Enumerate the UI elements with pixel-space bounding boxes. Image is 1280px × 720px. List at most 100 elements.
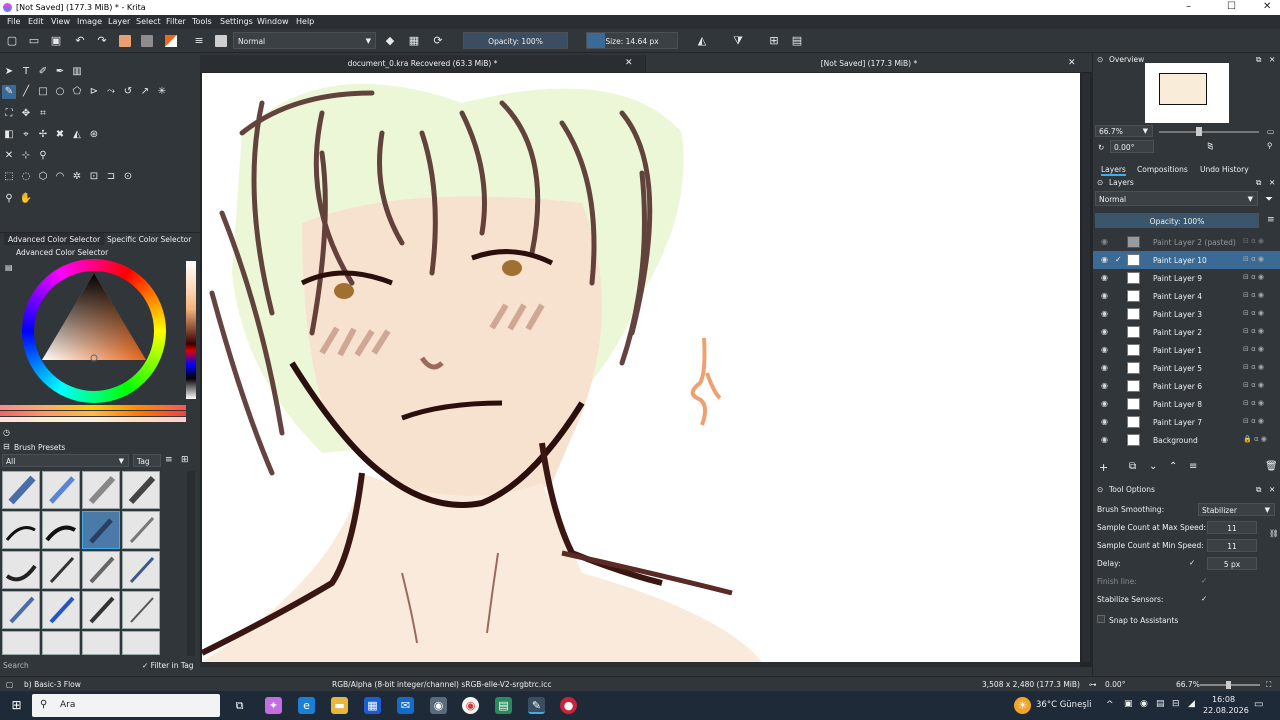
menu-window[interactable]: Window xyxy=(257,17,289,26)
visibility-eye-icon[interactable]: ◉ xyxy=(1101,363,1108,372)
select-shapes-tool-icon[interactable]: ➤ xyxy=(2,65,16,79)
filter-in-tag-checkbox[interactable]: ✓ Filter in Tag xyxy=(142,661,194,670)
tray-app-icon[interactable]: ▣ xyxy=(1124,699,1133,709)
tab-advanced-color-selector[interactable]: Advanced Color Selector xyxy=(4,233,105,245)
layer-lock-icon[interactable]: ⊟ α ◉ xyxy=(1243,273,1264,281)
menu-tools[interactable]: Tools xyxy=(192,17,212,26)
visibility-eye-icon[interactable]: ◉ xyxy=(1101,327,1108,336)
delay-checkbox[interactable]: ✓ xyxy=(1189,558,1195,567)
fg-bg-color-icon[interactable] xyxy=(165,35,177,47)
save-icon[interactable]: ▣ xyxy=(50,35,62,47)
layer-row[interactable]: ◉ Paint Layer 8 ⊟ α ◉ xyxy=(1093,395,1280,413)
tray-app-icon[interactable]: ⊟ xyxy=(1172,699,1180,709)
brush-search-input[interactable]: Search xyxy=(3,661,29,670)
gradient-icon[interactable] xyxy=(119,35,131,47)
close-tab-icon[interactable]: ✕ xyxy=(625,58,633,68)
crop-tool-icon[interactable]: ⌗ xyxy=(36,107,50,121)
app-icon[interactable]: ◉ xyxy=(430,697,447,714)
layer-row[interactable]: ◉ Paint Layer 2 (pasted) ⊟ α ◉ xyxy=(1093,233,1280,251)
edit-shapes-tool-icon[interactable]: ✐ xyxy=(36,65,50,79)
mail-icon[interactable]: ✉ xyxy=(397,697,414,714)
snap-checkbox[interactable] xyxy=(1097,615,1105,623)
menu-file[interactable]: File xyxy=(7,17,20,26)
taskbar-search-box[interactable]: ⚲ Ara xyxy=(32,694,220,717)
drawing-canvas[interactable] xyxy=(202,73,1080,662)
horizontal-scrollbar[interactable] xyxy=(200,662,1080,667)
zoom-tool-icon[interactable]: ⚲ xyxy=(2,192,16,206)
contiguous-select-tool-icon[interactable]: ✲ xyxy=(70,170,84,184)
alpha-lock-icon[interactable]: ▦ xyxy=(408,35,420,47)
chrome-icon[interactable]: ◉ xyxy=(462,697,479,714)
close-docker-icon[interactable]: ✕ xyxy=(1269,178,1275,187)
brush-preset-icon[interactable] xyxy=(215,35,227,47)
layer-lock-icon[interactable]: ⊟ α ◉ xyxy=(1243,309,1264,317)
size-slider[interactable]: Size: 14.64 px xyxy=(586,32,678,49)
rectangle-tool-icon[interactable]: □ xyxy=(36,85,50,99)
close-button[interactable]: ✕ xyxy=(1263,1,1271,12)
comic-panel-tool-icon[interactable]: ▥ xyxy=(70,65,84,79)
saturation-triangle[interactable] xyxy=(22,259,166,403)
text-tool-icon[interactable]: T xyxy=(19,65,33,79)
canvas-only-icon[interactable]: ▤ xyxy=(791,35,803,47)
menu-layer[interactable]: Layer xyxy=(108,17,130,26)
ellipse-tool-icon[interactable]: ○ xyxy=(53,85,67,99)
tab-layers[interactable]: Layers xyxy=(1101,165,1126,176)
min-speed-field[interactable]: 11 xyxy=(1207,539,1257,552)
reference-images-tool-icon[interactable]: ⚲ xyxy=(36,149,50,163)
link-icon[interactable]: ⛓ xyxy=(1269,529,1279,538)
close-tab-icon[interactable]: ✕ xyxy=(1068,58,1076,68)
brush-preset-wet-4[interactable] xyxy=(122,631,160,655)
layer-blend-mode-select[interactable]: Normal ▼ xyxy=(1095,191,1258,206)
layer-row[interactable]: ◉ Paint Layer 6 ⊟ α ◉ xyxy=(1093,377,1280,395)
layer-properties-icon[interactable]: ≡ xyxy=(1189,461,1197,472)
menu-edit[interactable]: Edit xyxy=(28,17,44,26)
brush-preset-smudge[interactable] xyxy=(122,471,160,509)
mirror-vertical-icon[interactable]: ⧩ xyxy=(732,35,744,47)
color-patch-row-2[interactable] xyxy=(0,411,186,416)
tab-undo-history[interactable]: Undo History xyxy=(1200,165,1249,174)
layer-lock-icon[interactable]: ⊟ α ◉ xyxy=(1243,291,1264,299)
visibility-eye-icon[interactable]: ◉ xyxy=(1101,345,1108,354)
menu-filter[interactable]: Filter xyxy=(166,17,186,26)
fullscreen-icon[interactable]: ⛶ xyxy=(1266,680,1271,690)
assistant-tool-icon[interactable]: ✕ xyxy=(2,149,16,163)
clock-date[interactable]: 22.08.2026 xyxy=(1203,706,1249,715)
filter-icon[interactable]: ⏷ xyxy=(1265,194,1273,205)
layer-row[interactable]: ◉ Paint Layer 4 ⊟ α ◉ xyxy=(1093,287,1280,305)
copilot-icon[interactable]: ✦ xyxy=(265,697,282,714)
brush-preset-ink-2[interactable] xyxy=(42,511,80,549)
menu-view[interactable]: View xyxy=(51,17,70,26)
delay-field[interactable]: 5 px xyxy=(1207,557,1257,570)
enclose-fill-tool-icon[interactable]: ⊛ xyxy=(87,128,101,142)
brush-preset-airbrush[interactable] xyxy=(42,471,80,509)
document-tab-2[interactable]: [Not Saved] (177.3 MiB) * xyxy=(646,55,1092,72)
pan-tool-icon[interactable]: ✋ xyxy=(19,192,33,206)
vertical-scrollbar[interactable] xyxy=(1082,73,1090,662)
brush-filter-select[interactable]: All ▼ xyxy=(2,454,129,467)
rect-select-tool-icon[interactable]: ⬚ xyxy=(2,170,16,184)
calligraphy-tool-icon[interactable]: ✒ xyxy=(53,65,67,79)
rotate-icon[interactable]: ↻ xyxy=(1098,143,1104,152)
line-tool-icon[interactable]: ╱ xyxy=(19,85,33,99)
brush-preset-sketch[interactable] xyxy=(122,591,160,629)
visibility-eye-icon[interactable]: ◉ xyxy=(1101,435,1108,444)
layer-row[interactable]: ◉ Paint Layer 5 ⊟ α ◉ xyxy=(1093,359,1280,377)
overview-zoom-handle[interactable] xyxy=(1196,127,1202,136)
layer-lock-icon[interactable]: ⊟ α ◉ xyxy=(1243,255,1264,263)
opacity-slider[interactable]: Opacity: 100% xyxy=(463,32,568,49)
clock-time[interactable]: 16:08 xyxy=(1212,695,1235,704)
overview-thumbnail[interactable] xyxy=(1145,63,1229,123)
layer-row[interactable]: ◉ ✓ Paint Layer 10 ⊟ α ◉ xyxy=(1093,251,1280,269)
tag-button[interactable]: Tag xyxy=(133,454,161,467)
brush-preset-pastel[interactable] xyxy=(42,591,80,629)
notifications-icon[interactable]: ▭ xyxy=(1254,699,1263,710)
brush-preset-pencil-2[interactable] xyxy=(122,551,160,589)
brush-preset-pen[interactable] xyxy=(42,551,80,589)
tray-app-icon[interactable]: ▤ xyxy=(1156,699,1165,709)
visibility-eye-icon[interactable]: ◉ xyxy=(1101,309,1108,318)
maximize-button[interactable]: ☐ xyxy=(1227,1,1236,12)
menu-settings[interactable]: Settings xyxy=(220,17,253,26)
layer-lock-icon[interactable]: ⊟ α ◉ xyxy=(1243,399,1264,407)
color-history-icon[interactable]: ◷ xyxy=(3,428,10,437)
layer-opacity-slider[interactable]: Opacity: 100% xyxy=(1095,213,1259,228)
